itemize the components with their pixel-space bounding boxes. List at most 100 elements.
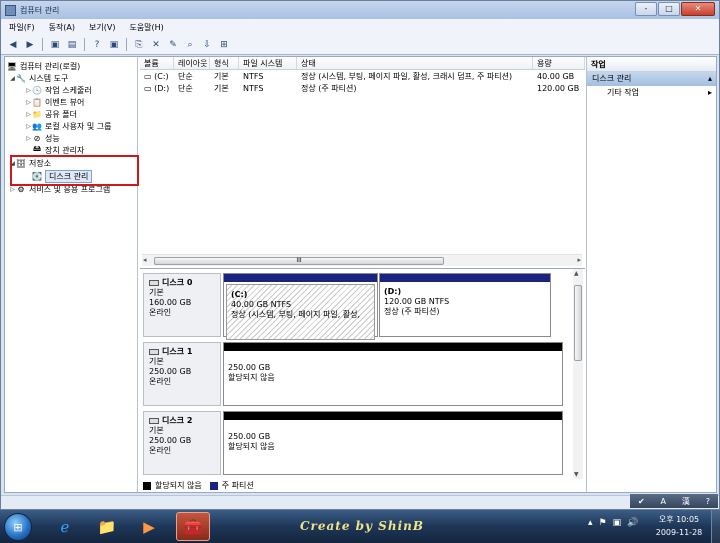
show-hide-tree-icon[interactable]: ▤ [65,38,79,52]
scroll-up-icon[interactable]: ▲ [574,270,579,277]
show-action-pane-icon[interactable]: ▣ [107,38,121,52]
expand-arrow-icon[interactable]: ▷ [25,123,32,130]
disk-title: 디스크 2 [149,416,215,426]
expand-arrow-icon[interactable]: ▷ [25,99,32,106]
forward-icon[interactable]: ▶ [23,38,37,52]
disk-row[interactable]: 디스크 0 기본 160.00 GB 온라인 (C:) 40.00 GB NTF… [143,273,567,340]
column-layout[interactable]: 레이아웃 [174,57,210,69]
column-capacity[interactable]: 용량 [533,57,585,69]
tools-icon: 🔧 [16,73,26,83]
partition-details: (C:) 40.00 GB NTFS 정상 (시스템, 부팅, 페이지 파일, … [227,285,374,325]
drive-icon: ▭ [144,84,155,93]
start-button[interactable]: ⊞ [4,513,32,541]
disk-row[interactable]: 디스크 2 기본 250.00 GB 온라인 250.00 GB 할당되지 않음 [143,411,567,475]
volume-row[interactable]: ▭ (D:) 단순 기본 NTFS 정상 (주 파티션) 120.00 GB [140,83,585,95]
tray-arrow-icon[interactable]: ▴ [588,518,593,528]
unallocated-space[interactable]: 250.00 GB 할당되지 않음 [223,342,563,406]
taskbar-computer-management-icon[interactable]: 🧰 [176,512,210,541]
help-icon[interactable]: ? [90,38,104,52]
expand-arrow-icon[interactable]: ▷ [25,135,32,142]
export-icon[interactable]: ⇩ [200,38,214,52]
clock[interactable]: 오후 10:05 2009-11-28 [650,513,708,539]
horizontal-scrollbar[interactable]: ◂ III ▸ [142,254,582,266]
search-icon[interactable]: ⌕ [183,38,197,52]
properties-icon[interactable]: ⎘ [132,38,146,52]
expand-arrow-icon[interactable]: ▷ [25,111,32,118]
type-cell: 기본 [214,72,229,81]
disk-info[interactable]: 디스크 1 기본 250.00 GB 온라인 [143,342,221,406]
tree-node-local-users[interactable]: ▷ 👥 로컬 사용자 및 그룹 [25,120,111,132]
scroll-thumb[interactable] [574,285,582,361]
status-cell: 정상 (시스템, 부팅, 페이지 파일, 활성, 크래시 덤프, 주 파티션) [301,72,513,81]
column-volume[interactable]: 볼륨 [140,57,174,69]
partition-c[interactable]: (C:) 40.00 GB NTFS 정상 (시스템, 부팅, 페이지 파일, … [223,273,378,340]
minimize-button[interactable]: - [635,2,657,16]
show-desktop-button[interactable] [711,510,720,543]
collapse-up-icon[interactable]: ▴ [708,72,712,86]
partition-size: 40.00 GB NTFS [231,300,292,309]
taskbar-media-player-icon[interactable]: ▶ [132,512,166,541]
menu-view[interactable]: 보기(V) [89,22,115,33]
primary-partition-bar [380,274,550,282]
partition-d[interactable]: (D:) 120.00 GB NTFS 정상 (주 파티션) [379,273,551,337]
status-bar [1,495,719,509]
scroll-left-icon[interactable]: ◂ [143,256,147,264]
taskbar-ie-icon[interactable]: ℯ [48,512,82,541]
disk-icon [149,418,159,424]
highlight-box [10,155,139,186]
back-icon[interactable]: ◀ [6,38,20,52]
ime-help-icon[interactable]: ? [706,497,710,506]
disk-info[interactable]: 디스크 0 기본 160.00 GB 온라인 [143,273,221,337]
clock-time: 오후 10:05 [658,515,700,524]
language-bar[interactable]: ✔ A 漢 ? [630,494,718,508]
tree-label-task-scheduler: 작업 스케줄러 [45,85,92,95]
network-icon[interactable]: ▣ [613,518,622,528]
column-type[interactable]: 형식 [210,57,239,69]
disk-row[interactable]: 디스크 1 기본 250.00 GB 온라인 250.00 GB 할당되지 않음 [143,342,567,406]
tree-node-system-tools[interactable]: ◢ 🔧 시스템 도구 [9,72,68,84]
up-level-icon[interactable]: ▣ [48,38,62,52]
maximize-button[interactable]: □ [658,2,680,16]
tree-node-shared-folders[interactable]: ▷ 📁 공유 폴더 [25,108,77,120]
scroll-down-icon[interactable]: ▼ [574,471,579,478]
unallocated-size: 250.00 GB [228,363,271,372]
hanja-mode[interactable]: 漢 [682,496,690,507]
tree-label-shared-folders: 공유 폴더 [45,109,77,119]
vertical-scrollbar[interactable]: ▲ ▼ [573,269,583,479]
delete-icon[interactable]: ✕ [149,38,163,52]
scroll-right-icon[interactable]: ▸ [577,256,581,264]
tree-node-task-scheduler[interactable]: ▷ 🕓 작업 스케줄러 [25,84,92,96]
actions-section-disk-management[interactable]: 디스크 관리 ▴ [587,72,716,86]
volume-icon[interactable]: 🔊 [627,518,638,528]
disk-view-icon[interactable]: ⊞ [217,38,231,52]
disk-info[interactable]: 디스크 2 기본 250.00 GB 온라인 [143,411,221,475]
capacity-cell: 40.00 GB [537,72,575,81]
menu-action[interactable]: 동작(A) [49,22,75,33]
users-icon: 👥 [32,121,42,131]
action-center-icon[interactable]: ⚑ [599,518,607,528]
edit-icon[interactable]: ✎ [166,38,180,52]
tree-node-event-viewer[interactable]: ▷ 📋 이벤트 뷰어 [25,96,84,108]
column-status[interactable]: 상태 [297,57,533,69]
volume-row[interactable]: ▭ (C:) 단순 기본 NTFS 정상 (시스템, 부팅, 페이지 파일, 활… [140,71,585,83]
action-more[interactable]: 기타 작업 ▸ [587,86,716,100]
collapse-arrow-icon[interactable]: ◢ [9,75,16,82]
expand-arrow-icon[interactable]: ▷ [9,186,16,193]
scroll-thumb[interactable]: III [154,257,444,265]
menu-help[interactable]: 도움말(H) [129,22,163,33]
disk-name: 디스크 1 [162,347,193,356]
menu-file[interactable]: 파일(F) [9,22,35,33]
title-bar[interactable]: 컴퓨터 관리 - □ ✕ [1,1,719,19]
window-title: 컴퓨터 관리 [20,5,60,15]
close-button[interactable]: ✕ [681,2,715,16]
tree-node-performance[interactable]: ▷ ⊘ 성능 [25,132,60,144]
tree-node-root[interactable]: 🖥 컴퓨터 관리(로컬) [7,60,80,72]
taskbar-explorer-icon[interactable]: 📁 [90,512,124,541]
layout-cell: 단순 [178,72,193,81]
language-indicator[interactable]: A [661,497,666,506]
expand-arrow-icon[interactable]: ▷ [25,87,32,94]
disk-icon [149,280,159,286]
volume-cell: ▭ (D:) [140,83,174,95]
column-file-system[interactable]: 파일 시스템 [239,57,297,69]
unallocated-space[interactable]: 250.00 GB 할당되지 않음 [223,411,563,475]
